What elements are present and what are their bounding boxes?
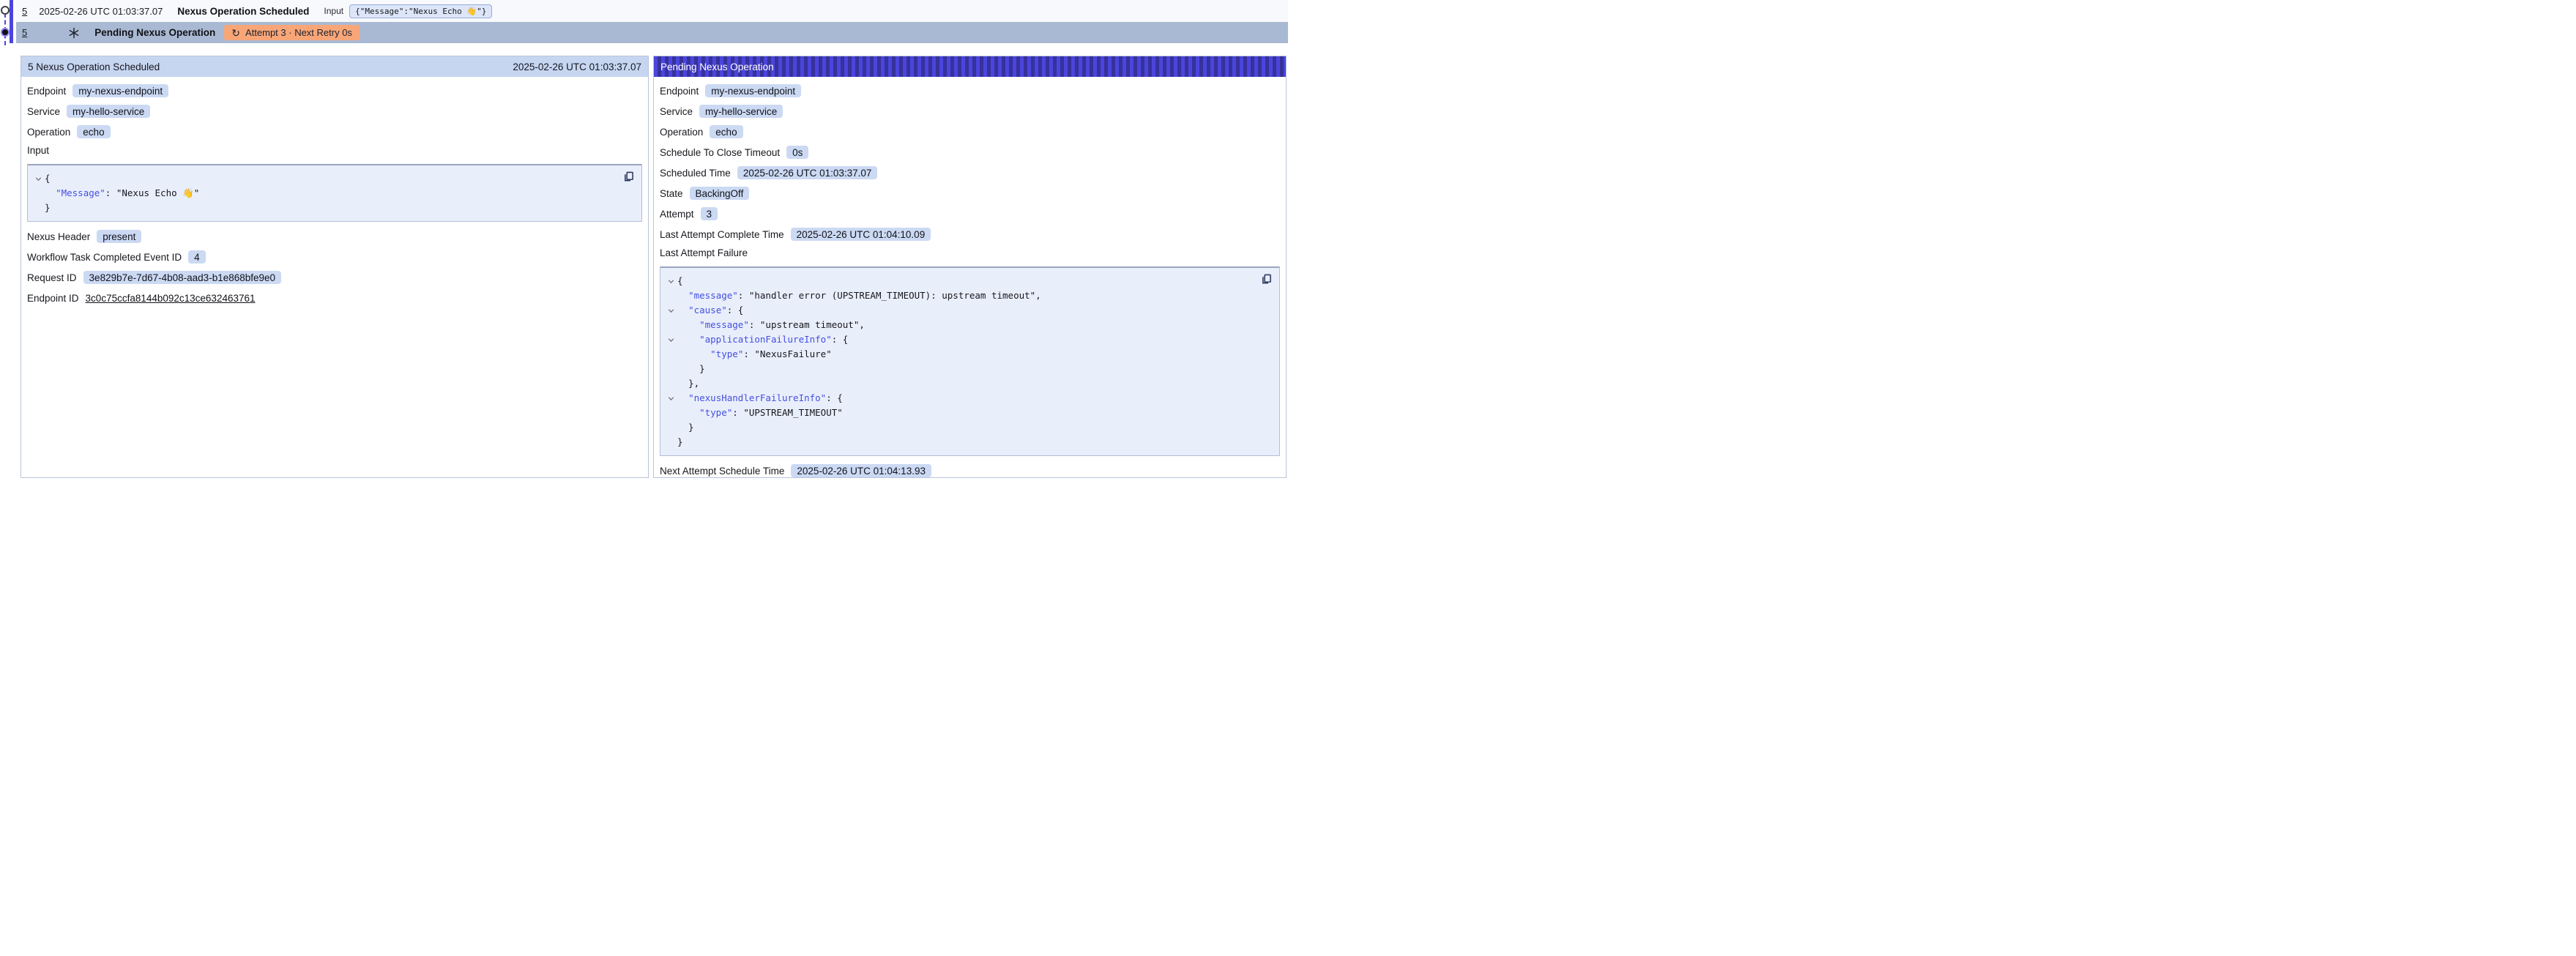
value-badge: my-hello-service [67, 105, 150, 118]
collapse-chevron-icon [665, 347, 677, 362]
collapse-chevron-icon [665, 362, 677, 376]
collapse-chevron-icon [665, 435, 677, 449]
failure-json-viewer: { "message": "handler error (UPSTREAM_TI… [660, 266, 1280, 456]
value-badge: 4 [188, 250, 206, 264]
event-id-link[interactable]: 5 [22, 27, 27, 38]
field-service: Service my-hello-service [660, 104, 1280, 119]
event-row-scheduled[interactable]: 5 2025-02-26 UTC 01:03:37.07 Nexus Opera… [16, 0, 1288, 22]
copy-button[interactable] [623, 171, 634, 182]
field-operation: Operation echo [660, 124, 1280, 139]
value-badge: 2025-02-26 UTC 01:04:10.09 [791, 228, 931, 241]
copy-button[interactable] [1261, 274, 1272, 285]
collapse-chevron-icon[interactable] [665, 274, 677, 288]
state-badge: BackingOff [690, 187, 750, 200]
collapse-chevron-icon [665, 318, 677, 332]
event-timestamp: 2025-02-26 UTC 01:03:37.07 [39, 6, 163, 17]
field-state: State BackingOff [660, 186, 1280, 201]
value-badge: present [97, 230, 141, 243]
collapse-chevron-icon [665, 420, 677, 435]
value-badge: 2025-02-26 UTC 01:04:13.93 [791, 464, 931, 477]
collapse-chevron-icon[interactable] [665, 303, 677, 318]
input-json-viewer: { "Message": "Nexus Echo 👋"} [27, 164, 642, 222]
event-history-screen: 5 2025-02-26 UTC 01:03:37.07 Nexus Opera… [0, 0, 1288, 478]
event-row-pending[interactable]: 5 Pending Nexus Operation ↻ Attempt 3 · … [16, 22, 1288, 43]
field-last-attempt-complete-time: Last Attempt Complete Time 2025-02-26 UT… [660, 227, 1280, 242]
selected-event-indicator-bar [10, 0, 13, 43]
value-badge: echo [710, 125, 742, 138]
retry-badge-text: Attempt 3 · Next Retry 0s [245, 27, 352, 38]
field-request-id: Request ID 3e829b7e-7d67-4b08-aad3-b1e86… [27, 270, 642, 285]
value-badge: my-hello-service [699, 105, 783, 118]
event-input-preview-chip: {"Message":"Nexus Echo 👋"} [349, 4, 492, 18]
value-badge: 3 [701, 207, 718, 220]
value-badge: 2025-02-26 UTC 01:03:37.07 [737, 166, 878, 179]
value-badge: my-nexus-endpoint [72, 84, 168, 97]
retry-status-badge: ↻ Attempt 3 · Next Retry 0s [224, 25, 360, 40]
event-title: Nexus Operation Scheduled [177, 6, 309, 17]
collapse-chevron-icon [32, 186, 45, 201]
scheduled-panel-title: 5 Nexus Operation Scheduled [28, 61, 160, 72]
field-service: Service my-hello-service [27, 104, 642, 119]
event-marker-open-icon [1, 6, 10, 15]
collapse-chevron-icon[interactable] [32, 171, 45, 186]
field-workflow-task-completed-event-id: Workflow Task Completed Event ID 4 [27, 250, 642, 264]
input-section-label: Input [27, 145, 642, 160]
collapse-chevron-icon [665, 406, 677, 420]
field-next-attempt-schedule-time: Next Attempt Schedule Time 2025-02-26 UT… [660, 463, 1280, 478]
collapse-chevron-icon[interactable] [665, 391, 677, 406]
field-nexus-header: Nexus Header present [27, 229, 642, 244]
collapse-chevron-icon[interactable] [665, 332, 677, 347]
field-schedule-to-close-timeout: Schedule To Close Timeout 0s [660, 145, 1280, 160]
value-badge: 0s [786, 146, 808, 159]
event-input-label: Input [324, 6, 343, 16]
event-marker-current-icon [1, 28, 10, 37]
last-attempt-failure-label: Last Attempt Failure [660, 247, 1280, 262]
scheduled-panel-timestamp: 2025-02-26 UTC 01:03:37.07 [513, 61, 641, 72]
pending-asterisk-icon [68, 27, 80, 39]
pending-panel-title: Pending Nexus Operation [660, 61, 774, 72]
pending-operation-panel: Pending Nexus Operation Endpoint my-nexu… [653, 56, 1287, 478]
event-title: Pending Nexus Operation [94, 27, 215, 38]
field-scheduled-time: Scheduled Time 2025-02-26 UTC 01:03:37.0… [660, 165, 1280, 180]
event-id-link[interactable]: 5 [22, 6, 27, 17]
field-endpoint: Endpoint my-nexus-endpoint [660, 83, 1280, 98]
collapse-chevron-icon [32, 201, 45, 215]
retry-icon: ↻ [231, 28, 240, 38]
value-badge: 3e829b7e-7d67-4b08-aad3-b1e868bfe9e0 [83, 271, 281, 284]
endpoint-id-link[interactable]: 3c0c75ccfa8144b092c13ce632463761 [86, 293, 256, 304]
value-badge: echo [77, 125, 110, 138]
scheduled-event-panel: 5 Nexus Operation Scheduled 2025-02-26 U… [21, 56, 649, 478]
value-badge: my-nexus-endpoint [705, 84, 801, 97]
scheduled-panel-header: 5 Nexus Operation Scheduled 2025-02-26 U… [21, 56, 648, 77]
pending-panel-header: Pending Nexus Operation [654, 56, 1286, 77]
collapse-chevron-icon [665, 376, 677, 391]
collapse-chevron-icon [665, 288, 677, 303]
field-endpoint: Endpoint my-nexus-endpoint [27, 83, 642, 98]
field-attempt: Attempt 3 [660, 206, 1280, 221]
field-endpoint-id: Endpoint ID 3c0c75ccfa8144b092c13ce63246… [27, 291, 642, 305]
field-operation: Operation echo [27, 124, 642, 139]
